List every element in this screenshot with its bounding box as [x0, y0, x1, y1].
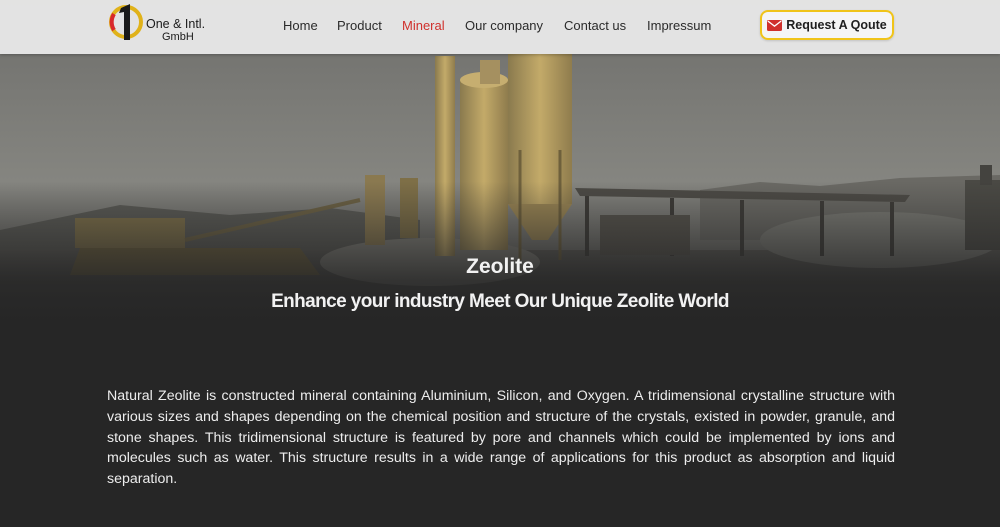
request-quote-label: Request A Qoute — [786, 18, 887, 32]
page-subtitle: Enhance your industry Meet Our Unique Ze… — [271, 291, 729, 312]
nav-item-impressum[interactable]: Impressum — [647, 18, 711, 33]
nav-item-home[interactable]: Home — [283, 18, 318, 33]
nav-item-our-company[interactable]: Our company — [465, 18, 543, 33]
site-header: One & Intl. GmbH Home Product Mineral Ou… — [0, 0, 1000, 54]
nav-item-product[interactable]: Product — [337, 18, 382, 33]
page-title: Zeolite — [466, 255, 534, 278]
request-quote-button[interactable]: Request A Qoute — [760, 10, 894, 40]
intro-paragraph: Natural Zeolite is constructed mineral c… — [107, 388, 895, 488]
nav-item-mineral[interactable]: Mineral — [402, 18, 445, 33]
envelope-icon — [767, 19, 783, 31]
nav-item-contact-us[interactable]: Contact us — [564, 18, 626, 33]
